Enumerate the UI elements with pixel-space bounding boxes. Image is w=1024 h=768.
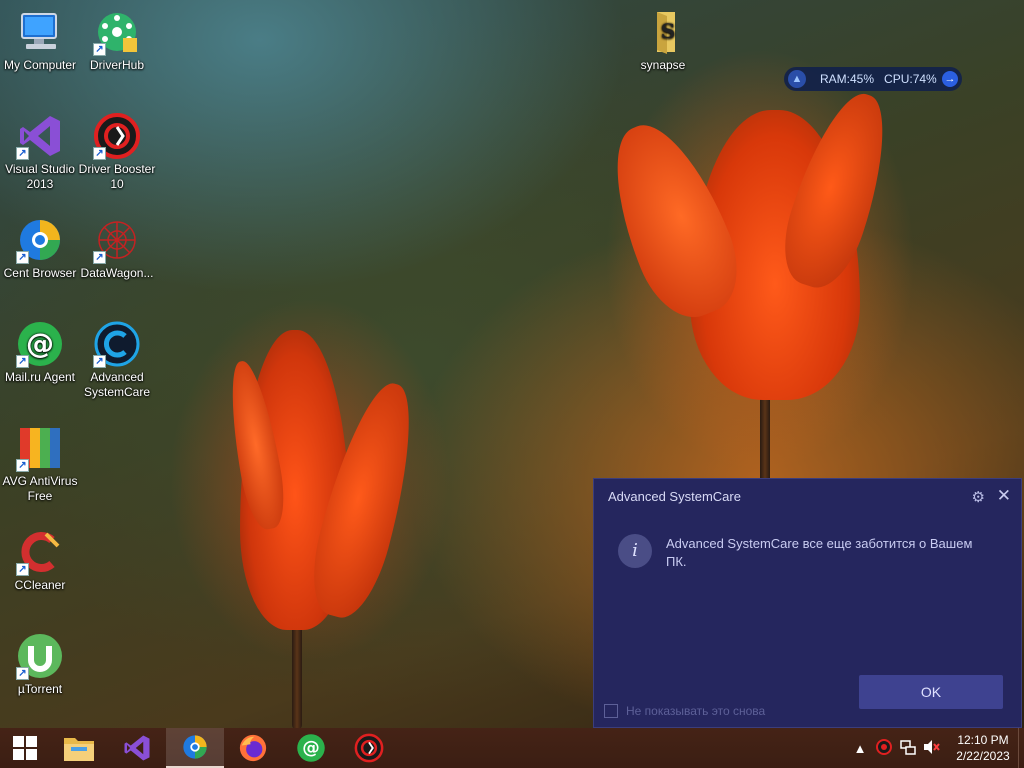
desktop-icon-label: Mail.ru Agent bbox=[4, 370, 76, 384]
resource-monitor-widget[interactable]: ▲ RAM:45% CPU:74% → bbox=[784, 67, 962, 91]
volume-muted-icon[interactable] bbox=[920, 739, 944, 758]
network-icon[interactable] bbox=[896, 739, 920, 758]
info-icon: i bbox=[618, 534, 652, 568]
advanced-systemcare-notification: Advanced SystemCare ⚙ ✕ i Advanced Syste… bbox=[593, 478, 1022, 728]
desktop-icon-driverhub[interactable]: ↗ DriverHub bbox=[77, 8, 157, 73]
taskbar-mailru-agent[interactable]: @ bbox=[282, 728, 340, 768]
driver-booster-icon bbox=[354, 733, 384, 763]
desktop-icon-ccleaner[interactable]: ↗ CCleaner bbox=[0, 528, 80, 593]
desktop-icon-synapse[interactable]: S synapse bbox=[623, 8, 703, 73]
checkbox-box[interactable] bbox=[604, 704, 618, 718]
desktop-icon-advanced-systemcare[interactable]: ↗ Advanced SystemCare bbox=[77, 320, 157, 400]
taskbar-driver-booster[interactable] bbox=[340, 728, 398, 768]
shortcut-arrow-icon: ↗ bbox=[93, 251, 106, 264]
advanced-systemcare-icon: ↗ bbox=[93, 320, 141, 368]
flower-stem bbox=[760, 390, 770, 490]
shortcut-arrow-icon: ↗ bbox=[16, 355, 29, 368]
firefox-icon bbox=[239, 734, 267, 762]
visual-studio-icon: ↗ bbox=[16, 112, 64, 160]
cent-browser-icon: ↗ bbox=[16, 216, 64, 264]
desktop-icon-label: Visual Studio 2013 bbox=[5, 162, 75, 191]
desktop-icon-label: Advanced SystemCare bbox=[83, 370, 151, 399]
desktop-icon-label: Driver Booster 10 bbox=[78, 162, 156, 191]
ok-button[interactable]: OK bbox=[859, 675, 1003, 709]
desktop-icon-label: AVG AntiVirus Free bbox=[2, 474, 78, 503]
svg-text:S: S bbox=[661, 19, 675, 43]
desktop-icon-driver-booster[interactable]: ↗ Driver Booster 10 bbox=[77, 112, 157, 192]
dont-show-again-label: Не показывать это снова bbox=[626, 704, 766, 718]
shortcut-arrow-icon: ↗ bbox=[16, 251, 29, 264]
desktop-icon-label: synapse bbox=[640, 58, 686, 72]
gear-icon[interactable]: ⚙ bbox=[972, 488, 985, 506]
shortcut-arrow-icon: ↗ bbox=[93, 147, 106, 160]
shortcut-arrow-icon: ↗ bbox=[16, 563, 29, 576]
desktop-icon-avg-antivirus[interactable]: ↗ AVG AntiVirus Free bbox=[0, 424, 80, 504]
computer-icon bbox=[16, 8, 64, 56]
visual-studio-icon bbox=[124, 735, 150, 761]
chevron-up-icon[interactable]: ▲ bbox=[848, 741, 872, 756]
desktop-icon-utorrent[interactable]: ↗ µTorrent bbox=[0, 632, 80, 697]
start-button[interactable] bbox=[0, 728, 50, 768]
ccleaner-icon: ↗ bbox=[16, 528, 64, 576]
svg-text:@: @ bbox=[26, 327, 54, 360]
taskbar: @ ▲ 12:10 PM 2/22/2023 bbox=[0, 728, 1024, 768]
flower-stem bbox=[292, 620, 302, 730]
desktop-icon-my-computer[interactable]: My Computer bbox=[0, 8, 80, 73]
svg-text:@: @ bbox=[302, 739, 320, 759]
desktop-icon-cent-browser[interactable]: ↗ Cent Browser bbox=[0, 216, 80, 281]
taskbar-file-explorer[interactable] bbox=[50, 728, 108, 768]
desktop-icon-label: µTorrent bbox=[17, 682, 63, 696]
clock-time: 12:10 PM bbox=[957, 733, 1009, 747]
shortcut-arrow-icon: ↗ bbox=[16, 147, 29, 160]
show-desktop-button[interactable] bbox=[1018, 728, 1024, 768]
datawagon-icon: ↗ bbox=[93, 216, 141, 264]
file-explorer-icon bbox=[64, 738, 94, 761]
taskbar-firefox[interactable] bbox=[224, 728, 282, 768]
desktop-icon-mailru-agent[interactable]: @ ↗ Mail.ru Agent bbox=[0, 320, 80, 385]
shortcut-arrow-icon: ↗ bbox=[93, 355, 106, 368]
desktop-icon-label: My Computer bbox=[3, 58, 77, 72]
mailru-agent-icon: @ bbox=[297, 734, 325, 762]
mailru-agent-icon: @ ↗ bbox=[16, 320, 64, 368]
cent-browser-icon bbox=[183, 735, 207, 759]
driver-booster-icon: ↗ bbox=[93, 112, 141, 160]
dialog-title: Advanced SystemCare bbox=[608, 489, 741, 504]
taskbar-visual-studio[interactable] bbox=[108, 728, 166, 768]
system-tray: ▲ 12:10 PM 2/22/2023 bbox=[848, 728, 1024, 768]
close-icon[interactable]: ✕ bbox=[997, 486, 1011, 506]
shortcut-arrow-icon: ↗ bbox=[16, 459, 29, 472]
driver-booster-tray-icon[interactable] bbox=[872, 738, 896, 758]
folder-icon: S bbox=[639, 8, 687, 56]
dialog-message: Advanced SystemCare все еще заботится о … bbox=[666, 536, 973, 569]
taskbar-cent-browser[interactable] bbox=[166, 728, 224, 768]
desktop-icon-datawagon[interactable]: ↗ DataWagon... bbox=[77, 216, 157, 281]
driverhub-icon: ↗ bbox=[93, 8, 141, 56]
desktop-icon-label: DataWagon... bbox=[80, 266, 154, 280]
windows-start-icon bbox=[13, 736, 37, 760]
dont-show-again-checkbox[interactable]: Не показывать это снова bbox=[604, 704, 765, 718]
rocket-icon[interactable]: ▲ bbox=[788, 70, 806, 88]
desktop-icon-label: DriverHub bbox=[89, 58, 144, 72]
shortcut-arrow-icon: ↗ bbox=[16, 667, 29, 680]
shortcut-arrow-icon: ↗ bbox=[93, 43, 106, 56]
ram-usage: RAM:45% bbox=[820, 72, 875, 86]
clock[interactable]: 12:10 PM 2/22/2023 bbox=[948, 732, 1018, 764]
avg-antivirus-icon: ↗ bbox=[16, 424, 64, 472]
desktop-icon-label: CCleaner bbox=[14, 578, 66, 592]
utorrent-icon: ↗ bbox=[16, 632, 64, 680]
cpu-usage: CPU:74% bbox=[884, 72, 937, 86]
arrow-right-icon[interactable]: → bbox=[942, 71, 958, 87]
desktop-icon-visual-studio[interactable]: ↗ Visual Studio 2013 bbox=[0, 112, 80, 192]
clock-date: 2/22/2023 bbox=[956, 749, 1010, 763]
desktop-icon-label: Cent Browser bbox=[3, 266, 77, 280]
